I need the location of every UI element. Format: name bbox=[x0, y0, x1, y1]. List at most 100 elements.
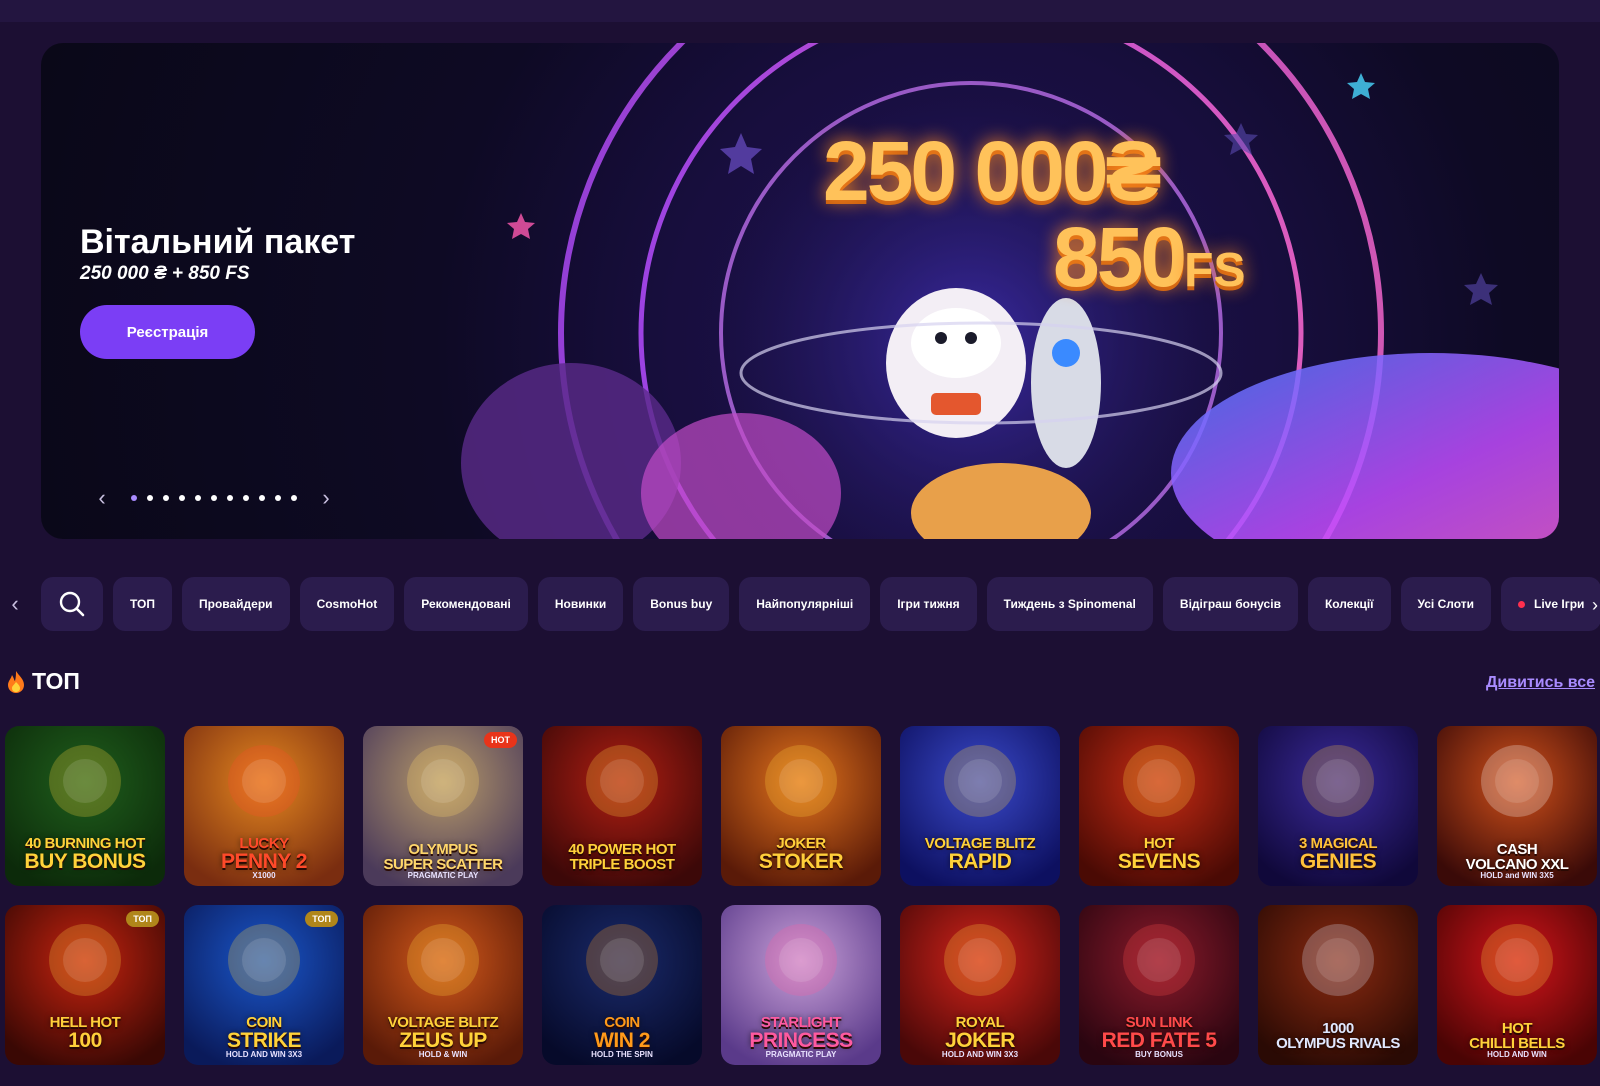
game-tile[interactable]: LUCKY PENNY 2 X1000 bbox=[184, 726, 344, 886]
category-label: Відіграш бонусів bbox=[1179, 597, 1281, 611]
game-tile[interactable]: VOLTAGE BLITZ RAPID bbox=[900, 726, 1060, 886]
game-tile[interactable]: HOT SEVENS bbox=[1079, 726, 1239, 886]
slider-dot[interactable] bbox=[275, 495, 281, 501]
category-label: ТОП bbox=[130, 597, 155, 611]
game-artwork bbox=[1481, 924, 1553, 996]
game-artwork bbox=[586, 745, 658, 817]
game-tile[interactable]: HELL HOT 100 ТОП bbox=[5, 905, 165, 1065]
top-badge: ТОП bbox=[126, 911, 159, 927]
slider-dot[interactable] bbox=[131, 495, 137, 501]
game-artwork bbox=[228, 924, 300, 996]
category-chip[interactable]: Ігри тижня bbox=[880, 577, 977, 631]
fire-icon bbox=[8, 670, 24, 693]
game-tile[interactable]: 40 POWER HOT Triple BOOST bbox=[542, 726, 702, 886]
category-label: Рекомендовані bbox=[421, 597, 511, 611]
game-subtitle: HOLD AND WIN 3X3 bbox=[225, 1050, 303, 1059]
category-bar: ‹ ТОП Провайдери CosmoHot Рекомендовані Нови… bbox=[0, 577, 1600, 631]
slider-dot[interactable] bbox=[147, 495, 153, 501]
game-artwork bbox=[407, 924, 479, 996]
hero-title: Вітальний пакет bbox=[80, 223, 356, 261]
category-label: Тиждень з Spinomenal bbox=[1003, 597, 1136, 611]
slider-dot[interactable] bbox=[227, 495, 233, 501]
slider-dot[interactable] bbox=[259, 495, 265, 501]
category-chip[interactable]: Тиждень з Spinomenal bbox=[986, 577, 1153, 631]
game-tile[interactable]: Starlight Princess PRAGMATIC PLAY bbox=[721, 905, 881, 1065]
game-tile[interactable]: OLYMPUS SUPER SCATTER PRAGMATIC PLAY HOT bbox=[363, 726, 523, 886]
game-tile[interactable]: SUN LINK RED FATE 5 BUY BONUS bbox=[1079, 905, 1239, 1065]
game-subtitle: PRAGMATIC PLAY bbox=[765, 1050, 837, 1059]
category-label: Провайдери bbox=[199, 597, 273, 611]
game-tile[interactable]: JOKER STOKER bbox=[721, 726, 881, 886]
game-subtitle: HOLD THE SPIN bbox=[591, 1050, 653, 1059]
hot-badge: HOT bbox=[484, 732, 517, 748]
see-all-link[interactable]: Дивитись все bbox=[1486, 674, 1595, 692]
slider-dots bbox=[131, 495, 297, 501]
category-chip[interactable]: Усі Слоти bbox=[1400, 577, 1492, 631]
hero-amount-freespins-unit: FS bbox=[1184, 244, 1246, 297]
category-chip[interactable]: Рекомендовані bbox=[404, 577, 528, 631]
top-bar bbox=[0, 0, 1600, 22]
game-artwork bbox=[765, 924, 837, 996]
category-label: Колекції bbox=[1324, 597, 1374, 611]
slider-dot[interactable] bbox=[179, 495, 185, 501]
game-subtitle: HOLD & WIN bbox=[418, 1050, 468, 1059]
game-subtitle: BUY BONUS bbox=[1135, 1050, 1183, 1059]
category-label: Найпопулярніші bbox=[756, 597, 854, 611]
game-subtitle: HOLD AND WIN bbox=[1487, 1050, 1547, 1059]
slider-pager: ‹ › bbox=[91, 485, 337, 511]
game-artwork bbox=[1123, 745, 1195, 817]
register-button[interactable]: Реєстрація bbox=[80, 305, 255, 359]
game-tile[interactable]: COIN STRIKE HOLD AND WIN 3X3 ТОП bbox=[184, 905, 344, 1065]
slider-dot[interactable] bbox=[243, 495, 249, 501]
slider-dot[interactable] bbox=[195, 495, 201, 501]
category-prev-button[interactable]: ‹ bbox=[0, 577, 30, 631]
game-subtitle: HOLD AND WIN 3X3 bbox=[941, 1050, 1019, 1059]
game-tile[interactable]: 3 MAGICAL GENIES bbox=[1258, 726, 1418, 886]
hero-amount-freespins: 850FS bbox=[1053, 209, 1246, 306]
game-subtitle: HOLD and WIN 3X5 bbox=[1480, 871, 1554, 880]
category-chip[interactable]: ТОП bbox=[113, 577, 172, 631]
game-artwork bbox=[1481, 745, 1553, 817]
game-artwork bbox=[944, 924, 1016, 996]
game-tile[interactable]: 40 BURNING HOT BUY BONUS bbox=[5, 726, 165, 886]
game-tile[interactable]: 1000 OLYMPUS RIVALS bbox=[1258, 905, 1418, 1065]
game-artwork bbox=[49, 924, 121, 996]
game-artwork bbox=[1123, 924, 1195, 996]
category-next-button[interactable]: › bbox=[1592, 595, 1598, 616]
game-subtitle: PRAGMATIC PLAY bbox=[407, 871, 479, 880]
hero-banner[interactable]: Вітальний пакет 250 000 ₴ + 850 FS Реєст… bbox=[41, 43, 1559, 539]
category-label: Live Ігри bbox=[1534, 597, 1585, 611]
category-chip[interactable]: Новинки bbox=[537, 577, 624, 631]
game-artwork bbox=[944, 745, 1016, 817]
game-tile[interactable]: CASH VOLCANO XXL HOLD and WIN 3X5 bbox=[1437, 726, 1597, 886]
category-chip[interactable]: Колекції bbox=[1307, 577, 1391, 631]
category-chip[interactable]: Провайдери bbox=[182, 577, 290, 631]
slider-dot[interactable] bbox=[163, 495, 169, 501]
slider-dot[interactable] bbox=[291, 495, 297, 501]
games-grid: 40 BURNING HOT BUY BONUS LUCKY PENNY 2 X1000… bbox=[5, 726, 1598, 1065]
category-chip[interactable]: CosmoHot bbox=[299, 577, 395, 631]
chevron-left-icon[interactable]: ‹ bbox=[91, 485, 113, 511]
game-subtitle: X1000 bbox=[252, 871, 276, 880]
game-tile[interactable]: ROYAL JOKER HOLD AND WIN 3X3 bbox=[900, 905, 1060, 1065]
game-artwork bbox=[1302, 745, 1374, 817]
slider-dot[interactable] bbox=[211, 495, 217, 501]
game-artwork bbox=[1302, 924, 1374, 996]
category-label: Bonus buy bbox=[650, 597, 713, 611]
game-artwork bbox=[765, 745, 837, 817]
game-tile[interactable]: COIN WIN 2 HOLD THE SPIN bbox=[542, 905, 702, 1065]
search-icon bbox=[59, 591, 85, 617]
category-chip[interactable]: Найпопулярніші bbox=[739, 577, 871, 631]
category-chip[interactable]: Bonus buy bbox=[633, 577, 730, 631]
game-tile[interactable]: HOT Chilli Bells HOLD AND WIN bbox=[1437, 905, 1597, 1065]
chevron-right-icon[interactable]: › bbox=[315, 485, 337, 511]
category-chip[interactable]: Відіграш бонусів bbox=[1162, 577, 1298, 631]
game-tile[interactable]: VOLTAGE BLITZ ZEUS UP HOLD & WIN bbox=[363, 905, 523, 1065]
hero-subtitle: 250 000 ₴ + 850 FS bbox=[80, 263, 250, 284]
search-button[interactable] bbox=[41, 577, 103, 631]
live-indicator-icon bbox=[1518, 600, 1526, 608]
category-list: ТОП Провайдери CosmoHot Рекомендовані Новинк… bbox=[41, 577, 1600, 631]
game-artwork bbox=[586, 924, 658, 996]
category-chip[interactable]: Live Ігри bbox=[1501, 577, 1600, 631]
category-label: Ігри тижня bbox=[897, 597, 960, 611]
